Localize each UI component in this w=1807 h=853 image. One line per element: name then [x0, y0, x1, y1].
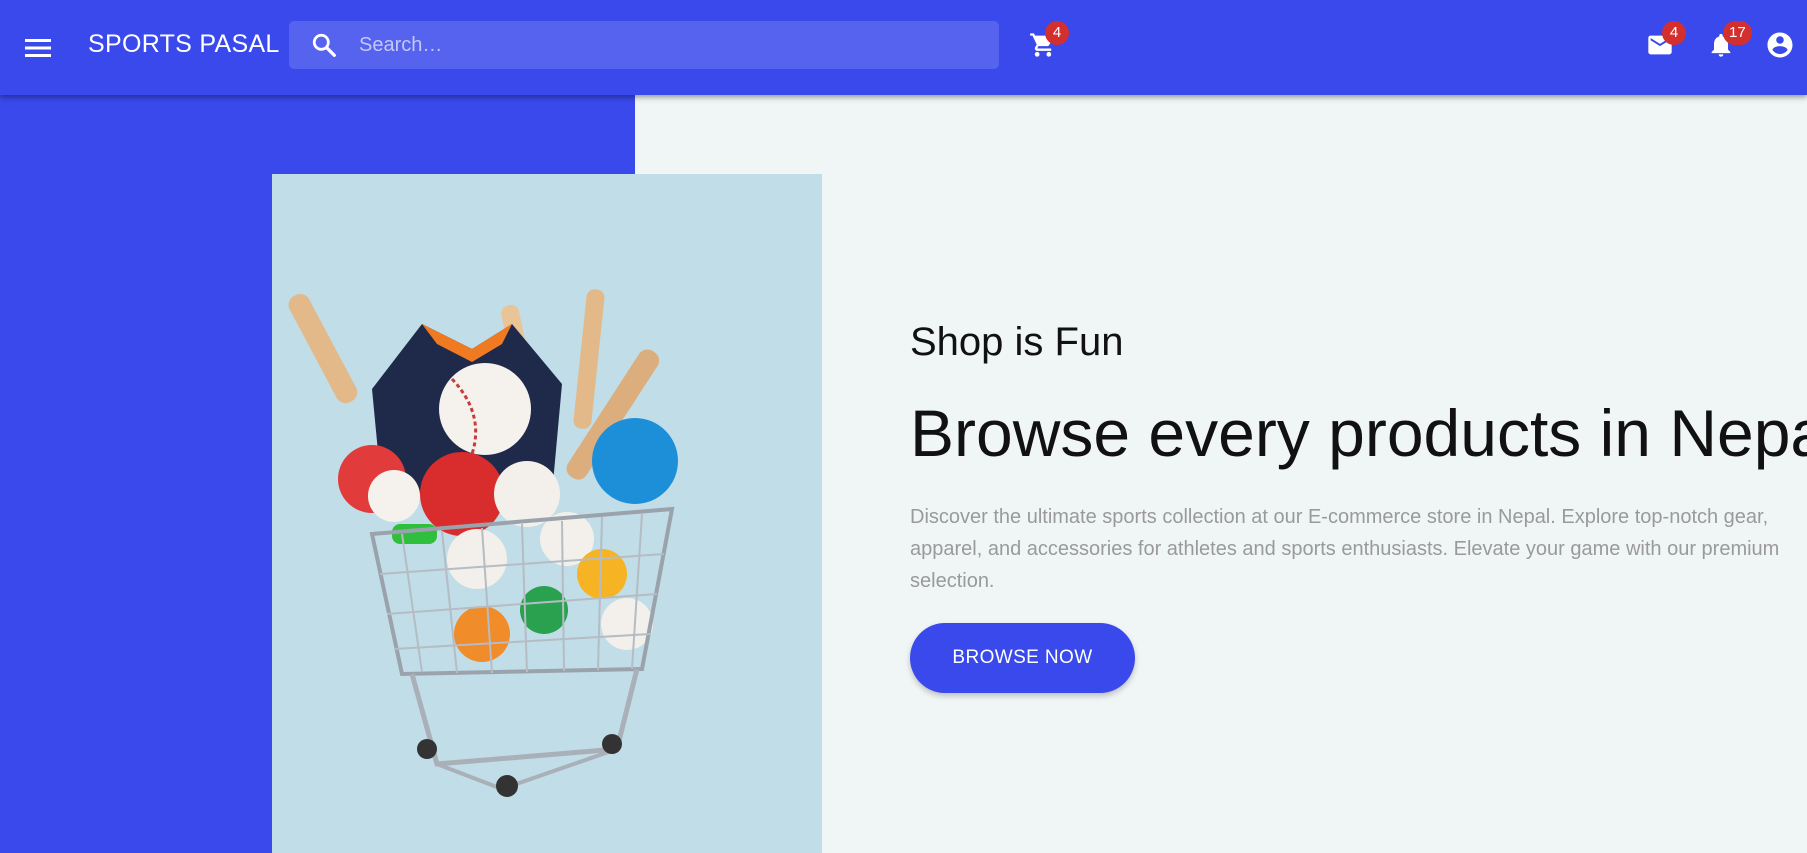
menu-icon: [25, 39, 51, 57]
hero-description: Discover the ultimate sports collection …: [910, 506, 1780, 592]
mail-badge: 4: [1662, 21, 1686, 45]
hero-subtitle: Shop is Fun: [910, 320, 1124, 364]
account-button[interactable]: [1756, 21, 1804, 69]
cart-badge: 4: [1045, 21, 1069, 45]
brand-title[interactable]: SPORTS PASAL: [88, 30, 280, 59]
sports-cart-illustration: [288, 289, 678, 797]
app-bar: SPORTS PASAL 4 4 17: [0, 0, 1807, 95]
notifications-button[interactable]: 17: [1697, 21, 1752, 69]
mail-button[interactable]: 4: [1636, 21, 1686, 69]
search-icon: [289, 21, 359, 69]
search-input[interactable]: [359, 21, 999, 69]
hero-image: [272, 174, 822, 853]
cart-button[interactable]: 4: [1019, 21, 1069, 69]
search-bar: [289, 21, 999, 69]
notifications-badge: 17: [1723, 21, 1752, 45]
menu-button[interactable]: [14, 24, 62, 72]
hero-headline: Browse every products in Nepal: [910, 396, 1807, 470]
account-icon: [1767, 32, 1793, 58]
browse-now-button[interactable]: BROWSE NOW: [910, 623, 1135, 693]
hero-content: Shop is Fun Browse every products in Nep…: [910, 320, 1807, 693]
